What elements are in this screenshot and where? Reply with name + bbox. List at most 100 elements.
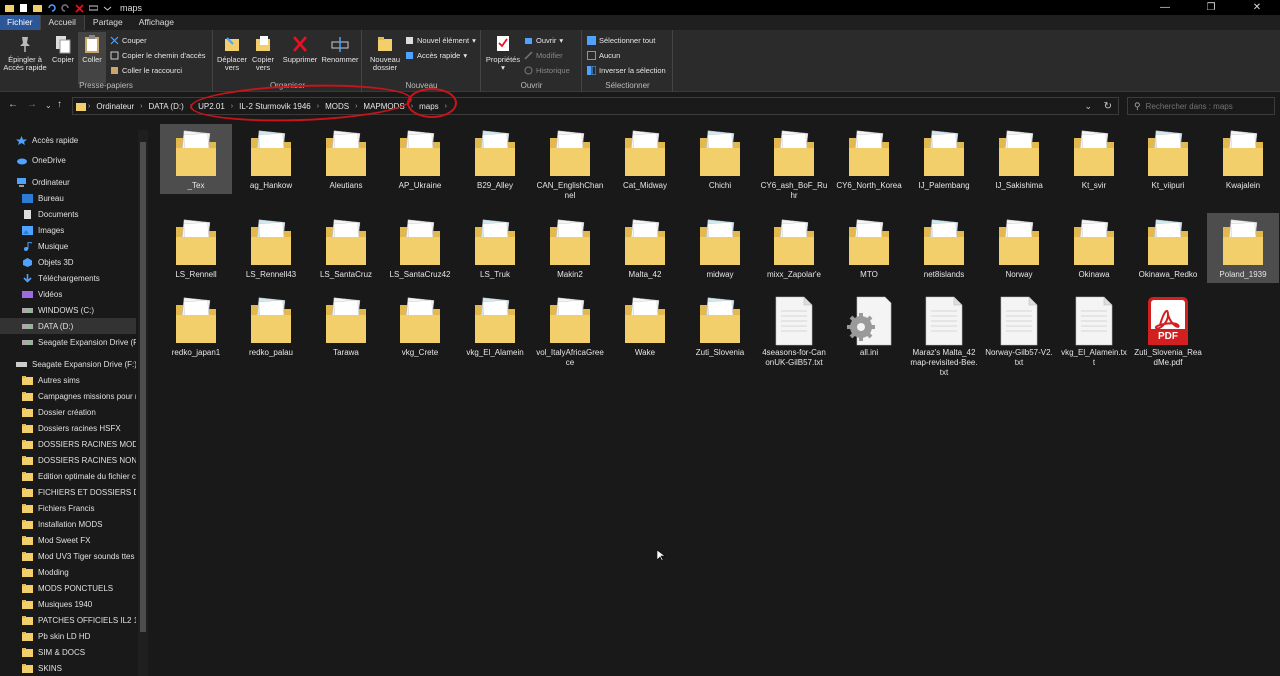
sidebar-item[interactable]: MODS PONCTUELS [0, 580, 136, 596]
search-box[interactable]: ⚲ [1127, 97, 1275, 115]
customize-toolbar-icon[interactable] [103, 3, 112, 13]
sidebar-item[interactable]: SIM & DOCS [0, 644, 136, 660]
folder-item[interactable]: Makin2 [534, 213, 606, 283]
delete-icon[interactable] [75, 3, 84, 13]
folder-item[interactable]: vol_ItalyAfricaGreece [534, 291, 606, 371]
sidebar-item[interactable]: Modding [0, 564, 136, 580]
folder-item[interactable]: LS_SantaCruz42 [384, 213, 456, 283]
tab-accueil[interactable]: Accueil [39, 15, 85, 30]
sidebar-item[interactable]: Objets 3D [0, 254, 136, 270]
folder-item[interactable]: Malta_42 [609, 213, 681, 283]
folder-item[interactable]: Okinawa [1058, 213, 1130, 283]
sidebar-item[interactable]: Images [0, 222, 136, 238]
rename-button[interactable]: Renommer [320, 34, 360, 64]
folder-item[interactable]: IJ_Sakishima [983, 124, 1055, 194]
open-button[interactable]: Ouvrir ▾ [524, 36, 563, 45]
search-input[interactable] [1145, 101, 1266, 111]
undo-icon[interactable] [47, 3, 56, 13]
address-bar[interactable]: › Ordinateur › DATA (D:) › UP2.01 › IL-2… [72, 97, 1119, 115]
folder-item[interactable]: LS_Truk [459, 213, 531, 283]
up-arrow-icon[interactable]: ↑ [57, 99, 62, 110]
copy-button[interactable]: Copier [50, 34, 76, 64]
back-arrow-icon[interactable]: ← [8, 99, 18, 110]
sidebar-item[interactable]: Ordinateur [0, 174, 136, 190]
folder-item[interactable]: redko_japan1 [160, 291, 232, 361]
folder-item[interactable]: midway [684, 213, 756, 283]
delete-button[interactable]: Supprimer [280, 34, 320, 64]
select-none-button[interactable]: Aucun [587, 51, 620, 60]
redo-icon[interactable] [61, 3, 70, 13]
copy-to-button[interactable]: Copier vers [248, 34, 278, 72]
sidebar-item[interactable]: Seagate Expansion Drive (F:) [0, 334, 136, 350]
rename-icon[interactable] [88, 3, 99, 13]
folder-item[interactable]: Norway [983, 213, 1055, 283]
maximize-icon[interactable]: ❐ [1188, 0, 1234, 15]
sidebar-item[interactable]: FICHIERS ET DOSSIERS DISQU [0, 484, 136, 500]
sidebar-item[interactable]: Installation MODS [0, 516, 136, 532]
folder-item[interactable]: vkg_El_Alamein [459, 291, 531, 361]
sidebar-scrollbar[interactable] [138, 130, 148, 676]
folder-item[interactable]: LS_Rennell43 [235, 213, 307, 283]
sidebar-item[interactable]: SKINS [0, 660, 136, 676]
sidebar-item[interactable]: Fichiers Francis [0, 500, 136, 516]
file-item[interactable]: PDF Zuti_Slovenia_ReadMe.pdf [1132, 291, 1204, 371]
folder-item[interactable]: B29_Alley [459, 124, 531, 194]
properties-icon[interactable] [19, 3, 28, 13]
folder-item[interactable]: Zuti_Slovenia [684, 291, 756, 361]
properties-button[interactable]: Propriétés ▾ [484, 34, 522, 72]
sidebar-item[interactable]: Autres sims [0, 372, 136, 388]
folder-item[interactable]: ag_Hankow [235, 124, 307, 194]
file-item[interactable]: vkg_El_Alamein.txt [1058, 291, 1130, 371]
folder-item[interactable]: Wake [609, 291, 681, 361]
folder-item[interactable]: LS_SantaCruz [310, 213, 382, 283]
new-item-button[interactable]: Nouvel élément ▾ [405, 36, 476, 45]
refresh-icon[interactable]: ↻ [1104, 101, 1112, 112]
sidebar-item[interactable]: Mod UV3 Tiger sounds ttes v [0, 548, 136, 564]
sidebar-item[interactable]: OneDrive [0, 152, 136, 168]
sidebar-item[interactable]: DOSSIERS RACINES MODS [0, 436, 136, 452]
paste-shortcut-button[interactable]: Coller le raccourci [110, 66, 182, 75]
folder-item[interactable]: Okinawa_Redko [1132, 213, 1204, 283]
folder-item[interactable]: Cat_Midway [609, 124, 681, 194]
folder-item[interactable]: net8islands [908, 213, 980, 283]
breadcrumb-ordinateur[interactable]: Ordinateur [92, 102, 138, 111]
sidebar-scroll-thumb[interactable] [140, 142, 146, 632]
forward-arrow-icon[interactable]: → [27, 99, 37, 110]
close-icon[interactable]: ✕ [1234, 0, 1280, 15]
address-history-dropdown-icon[interactable]: ⌄ [1084, 101, 1092, 112]
sidebar-item[interactable]: DOSSIERS RACINES NON MC [0, 452, 136, 468]
folder-item[interactable]: IJ_Palembang [908, 124, 980, 194]
folder-item[interactable]: Kt_viipuri [1132, 124, 1204, 194]
folder-item[interactable]: vkg_Crete [384, 291, 456, 361]
sidebar-item[interactable]: Vidéos [0, 286, 136, 302]
file-item[interactable]: Norway-Gilb57-V2.txt [983, 291, 1055, 371]
chevron-right-icon[interactable]: › [443, 103, 449, 110]
sidebar-item[interactable]: Musique [0, 238, 136, 254]
folder-item[interactable]: Poland_1939 [1207, 213, 1279, 283]
folder-item[interactable]: LS_Rennell [160, 213, 232, 283]
breadcrumb-mapmods[interactable]: MAPMODS [359, 102, 408, 111]
sidebar-item[interactable]: Campagnes missions pour m [0, 388, 136, 404]
breadcrumb-up2-01[interactable]: UP2.01 [194, 102, 229, 111]
sidebar-item[interactable]: Musiques 1940 [0, 596, 136, 612]
breadcrumb-maps[interactable]: maps [415, 102, 443, 111]
cut-button[interactable]: Couper [110, 36, 147, 45]
history-button[interactable]: Historique [524, 66, 570, 75]
minimize-icon[interactable]: — [1142, 0, 1188, 15]
tab-partage[interactable]: Partage [85, 15, 131, 30]
folder-item[interactable]: Chichi [684, 124, 756, 194]
tab-fichier[interactable]: Fichier [0, 15, 40, 30]
file-item[interactable]: 4seasons-for-CanonUK-GilB57.txt [758, 291, 830, 371]
pin-button[interactable]: Épingler à Accès rapide [2, 34, 48, 72]
sidebar-item[interactable]: Mod Sweet FX [0, 532, 136, 548]
folder-item[interactable]: CAN_EnglishChannel [534, 124, 606, 204]
sidebar-item[interactable]: Dossiers racines HSFX [0, 420, 136, 436]
edit-button[interactable]: Modifier [524, 51, 563, 60]
sidebar-item[interactable]: PATCHES OFFICIELS IL2 1946 [0, 612, 136, 628]
folder-item[interactable]: CY6_North_Korea [833, 124, 905, 194]
folder-item[interactable]: Kt_svir [1058, 124, 1130, 194]
folder-item[interactable]: Aleutians [310, 124, 382, 194]
sidebar-item[interactable]: WINDOWS (C:) [0, 302, 136, 318]
folder-item[interactable]: mixx_Zapolar'e [758, 213, 830, 283]
sidebar-item[interactable]: Bureau [0, 190, 136, 206]
